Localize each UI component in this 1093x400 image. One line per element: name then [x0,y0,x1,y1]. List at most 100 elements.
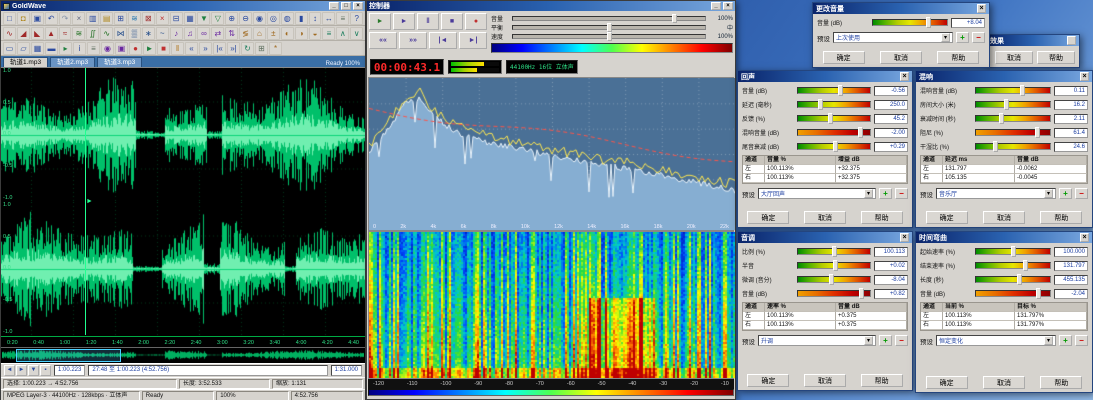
parameter-slider[interactable] [797,101,871,108]
parameter-slider[interactable] [975,115,1051,122]
parameter-value[interactable]: 61.4 [1054,128,1088,138]
zoom-out-icon[interactable]: ⊖ [239,12,252,25]
equalizer-icon[interactable]: ≡ [322,27,335,40]
play-button[interactable]: ► [369,13,391,30]
marker-start-icon[interactable]: ▼ [197,12,210,25]
slider-thumb[interactable] [926,17,931,28]
fast-forward-icon[interactable]: » [199,42,212,55]
close-button[interactable]: × [723,2,733,10]
match-volume-icon[interactable]: ≈ [59,27,72,40]
cue-points-icon[interactable]: ▸ [59,42,72,55]
ok-button[interactable]: 确定 [926,376,968,389]
slider-thumb[interactable] [1004,99,1009,110]
parameter-value[interactable]: +0.29 [874,142,908,152]
minimize-button[interactable]: _ [329,2,339,10]
rewind-button[interactable]: «« [369,32,397,49]
pause-button[interactable]: ‖ [417,13,439,30]
slider-thumb[interactable] [1011,246,1016,257]
channel-mixer-icon[interactable]: ◒ [309,27,322,40]
document-tab[interactable]: 轨道1.mp3 [3,57,48,67]
parameter-value[interactable]: 131.797 [1054,261,1088,271]
dialog-titlebar[interactable]: 混响 × [916,71,1092,82]
zoom-previous-icon[interactable]: ◍ [281,12,294,25]
doppler-icon[interactable]: ∿ [100,27,113,40]
parameter-slider[interactable] [975,290,1051,297]
selection-start-box[interactable]: 1:00.223 [54,365,85,376]
playhead-marker[interactable]: ► [85,68,86,335]
time-warp-icon[interactable]: ∞ [197,27,210,40]
preset-dropdown[interactable]: 升调▾ [758,335,876,346]
zoom-selection-icon[interactable]: ◉ [253,12,266,25]
help-button[interactable]: 帮助 [1040,376,1082,389]
filter-icon[interactable]: ⋈ [114,27,127,40]
left-channel-waveform[interactable] [1,68,365,202]
preset-dropdown[interactable]: 上次使用▾ [833,32,953,43]
properties-icon[interactable]: ≡ [336,12,349,25]
stop-button[interactable]: ■ [441,13,463,30]
cancel-button[interactable]: 取消 [983,211,1025,224]
slider-thumb[interactable] [859,288,864,299]
parameter-value[interactable]: +0.82 [874,289,908,299]
parameter-value[interactable]: 2.11 [1054,114,1088,124]
compressor-icon[interactable]: ∧ [336,27,349,40]
parameter-value[interactable]: -2.00 [874,128,908,138]
parameter-value[interactable]: 24.6 [1054,142,1088,152]
preset-dropdown[interactable]: 音乐厅▾ [936,188,1056,199]
tile-windows-icon[interactable]: ▦ [31,42,44,55]
selection-length-box[interactable]: 1:31.000 [331,365,362,376]
drop-marker-button[interactable]: ▼ [28,365,39,376]
close-icon[interactable]: × [1080,72,1089,81]
parameter-value[interactable]: 0.11 [1054,86,1088,96]
monitor-icon[interactable]: ▣ [115,42,128,55]
preset-add-button[interactable]: + [879,335,892,346]
control-slider[interactable] [512,34,706,39]
rewind-icon[interactable]: « [185,42,198,55]
offset-icon[interactable]: ± [267,27,280,40]
grid-icon[interactable]: ⊞ [255,42,268,55]
slider-thumb[interactable] [1017,274,1022,285]
slider-thumb[interactable] [829,274,834,285]
zoom-all-icon[interactable]: ◎ [267,12,280,25]
cancel-button[interactable]: 取消 [804,374,846,387]
preset-delete-button[interactable]: − [1075,188,1088,199]
preset-dropdown[interactable]: 大厅回声▾ [758,188,876,199]
vertical-zoom-icon[interactable]: ↕ [309,12,322,25]
preset-add-button[interactable]: + [956,32,969,43]
pitch-icon[interactable]: ♪ [170,27,183,40]
close-icon[interactable]: × [977,4,986,13]
maximize-volume-icon[interactable]: ▲ [45,27,58,40]
dialog-titlebar[interactable]: 回声 × [738,71,912,82]
slider-thumb[interactable] [1020,85,1025,96]
parameter-value[interactable]: 100.000 [1054,247,1088,257]
save-icon[interactable]: ▣ [31,12,44,25]
select-all-icon[interactable]: ▦ [184,12,197,25]
dialog-titlebar[interactable]: 音调 × [738,232,912,243]
dialog-titlebar[interactable]: 更改音量 × [813,3,989,14]
slider-thumb[interactable] [672,14,677,23]
parameter-slider[interactable] [797,290,871,297]
right-channel[interactable]: 1.00.50.0-0.5-1.0 [1,202,365,336]
parameter-value[interactable]: 455.135 [1054,275,1088,285]
preset-dropdown[interactable]: 恒定变化▾ [936,335,1056,346]
parameter-value[interactable]: 100.113 [874,247,908,257]
parameter-value[interactable]: 16.2 [1054,100,1088,110]
slider-thumb[interactable] [833,141,838,152]
control-titlebar[interactable]: 控制器 _ × [367,1,735,11]
ok-button[interactable]: 确定 [823,51,865,64]
help-button[interactable]: 帮助 [861,374,903,387]
slider-thumb[interactable] [858,127,863,138]
volume-shape-icon[interactable]: ∿ [3,27,16,40]
go-to-end-button[interactable]: ►| [459,32,487,49]
minimize-button[interactable]: _ [711,2,721,10]
horizontal-zoom-icon[interactable]: ↔ [322,12,335,25]
close-button[interactable]: × [353,2,363,10]
reverb-icon[interactable]: ∬ [86,27,99,40]
parameter-slider[interactable] [975,248,1051,255]
parameter-slider[interactable] [797,143,871,150]
parameter-slider[interactable] [975,129,1051,136]
flange-icon[interactable]: ≶ [239,27,252,40]
cancel-button[interactable]: 取消 [804,211,846,224]
record-icon[interactable]: ● [129,42,142,55]
play-selection-button[interactable]: ► [393,13,415,30]
loop-icon[interactable]: ↻ [241,42,254,55]
